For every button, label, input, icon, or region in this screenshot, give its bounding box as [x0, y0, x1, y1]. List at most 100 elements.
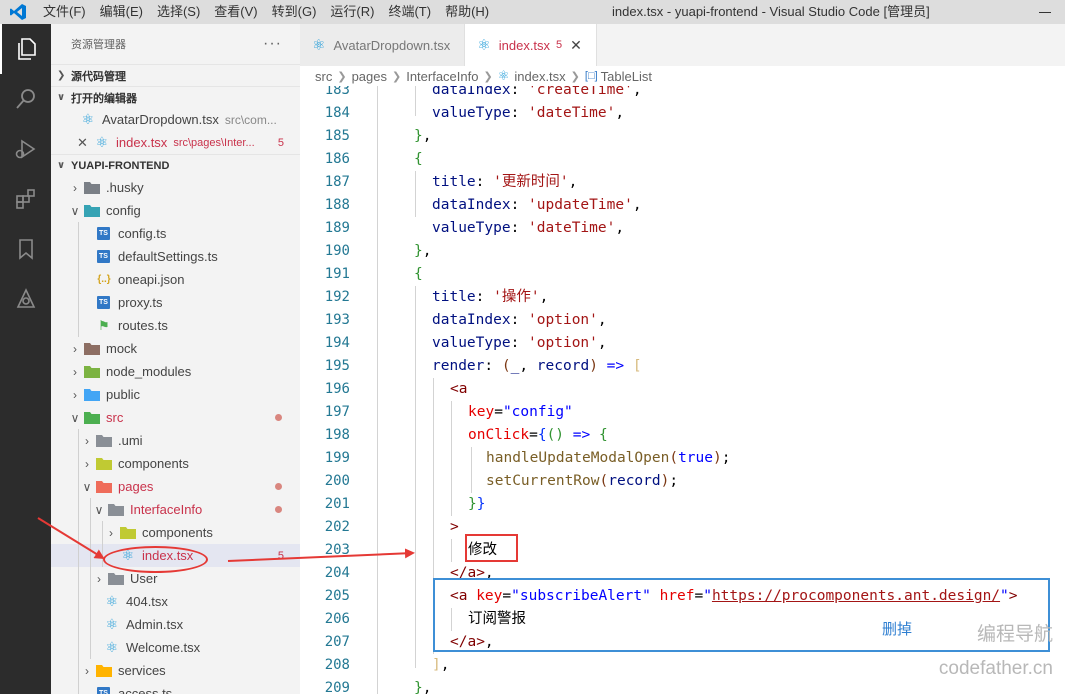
chevron-right-icon: ❯	[337, 70, 347, 83]
folder-icon	[95, 433, 113, 449]
code-token: 'createTime'	[528, 86, 633, 98]
project-section[interactable]: ∨ YUAPI-FRONTEND	[51, 154, 300, 176]
line-number: 183	[324, 86, 350, 98]
indent-guide	[78, 636, 79, 659]
menu-selection[interactable]: 选择(S)	[150, 0, 207, 24]
code-token: valueType	[432, 105, 511, 121]
tree-file-welcome[interactable]: ⚛ Welcome.tsx	[51, 636, 300, 659]
breadcrumb-item[interactable]: pages	[352, 69, 387, 84]
tab-avatardropdown[interactable]: ⚛ AvatarDropdown.tsx	[300, 24, 466, 66]
tree-file-access[interactable]: TS access.ts	[51, 682, 300, 694]
tab-label: index.tsx	[498, 37, 551, 53]
line-number: 196	[324, 381, 350, 397]
run-debug-icon[interactable]	[0, 124, 51, 174]
chevron-right-icon: ›	[73, 341, 77, 356]
tree-folder-pages[interactable]: ∨ pages	[51, 475, 300, 498]
json-icon: {..}	[97, 274, 111, 285]
remote-icon[interactable]	[0, 274, 51, 324]
menu-edit[interactable]: 编辑(E)	[93, 0, 150, 24]
menu-bar: 文件(F) 编辑(E) 选择(S) 查看(V) 转到(G) 运行(R) 终端(T…	[36, 0, 496, 24]
tree-folder-interfaceinfo[interactable]: ∨ InterfaceInfo	[51, 498, 300, 521]
more-actions-icon[interactable]: ···	[263, 35, 282, 53]
line-number: 188	[324, 197, 350, 213]
menu-run[interactable]: 运行(R)	[323, 0, 381, 24]
close-icon[interactable]: ✕	[77, 135, 93, 151]
code-token: key	[468, 404, 495, 420]
tree-folder-src[interactable]: ∨ src	[51, 406, 300, 429]
menu-help[interactable]: 帮助(H)	[438, 0, 496, 24]
tree-file-admin[interactable]: ⚛ Admin.tsx	[51, 613, 300, 636]
tree-folder-umi[interactable]: › .umi	[51, 429, 300, 452]
menu-go[interactable]: 转到(G)	[265, 0, 324, 24]
search-icon[interactable]	[0, 74, 51, 124]
tree-folder-config[interactable]: ∨ config	[51, 199, 300, 222]
typescript-icon: TS	[97, 227, 110, 240]
indent-guide	[78, 498, 79, 521]
line-number: 194	[324, 335, 350, 351]
tree-file-404[interactable]: ⚛ 404.tsx	[51, 590, 300, 613]
tree-folder-mock[interactable]: › mock	[51, 337, 300, 360]
code-token: 'option'	[528, 335, 598, 351]
code-token: dataIndex	[432, 86, 511, 98]
indent-guide	[90, 590, 91, 613]
chevron-right-icon: ›	[97, 571, 101, 586]
tree-file-config-ts[interactable]: TS config.ts	[51, 222, 300, 245]
code-token: 'option'	[528, 312, 598, 328]
indent-guide	[78, 314, 79, 337]
open-editors-section[interactable]: ∨ 打开的编辑器	[51, 86, 300, 108]
symbol-icon: [□]	[584, 70, 598, 82]
tree-folder-husky[interactable]: › .husky	[51, 176, 300, 199]
indent-guide	[78, 245, 79, 268]
tree-folder-components[interactable]: › components	[51, 452, 300, 475]
indent-guide	[102, 521, 103, 544]
breadcrumb: src ❯ pages ❯ InterfaceInfo ❯ ⚛ index.ts…	[300, 66, 1065, 86]
tree-label: defaultSettings.ts	[118, 249, 218, 264]
indent-guide	[78, 452, 79, 475]
breadcrumb-item[interactable]: index.tsx	[514, 69, 565, 84]
explorer-icon[interactable]	[0, 24, 51, 74]
bookmark-icon[interactable]	[0, 224, 51, 274]
line-number: 195	[324, 358, 350, 374]
tree-folder-node-modules[interactable]: › node_modules	[51, 360, 300, 383]
open-editor-item[interactable]: ✕ ⚛ index.tsx src\pages\Inter... 5	[51, 131, 300, 154]
breadcrumb-item[interactable]: src	[315, 69, 332, 84]
watermark-line: codefather.cn	[938, 658, 1053, 679]
line-number: 209	[324, 680, 350, 694]
tree-folder-public[interactable]: › public	[51, 383, 300, 406]
tab-index-tsx[interactable]: ⚛ index.tsx 5 ✕	[465, 24, 597, 66]
tree-file-routes[interactable]: ⚑ routes.ts	[51, 314, 300, 337]
menu-file[interactable]: 文件(F)	[36, 0, 93, 24]
line-number: 192	[324, 289, 350, 305]
code-line: ],	[432, 657, 450, 673]
tree-file-proxy[interactable]: TS proxy.ts	[51, 291, 300, 314]
tree-folder-services[interactable]: › services	[51, 659, 300, 682]
close-icon[interactable]: ✕	[570, 37, 582, 54]
breadcrumb-item[interactable]: InterfaceInfo	[406, 69, 478, 84]
tree-label: Welcome.tsx	[126, 640, 201, 655]
section-title: YUAPI-FRONTEND	[71, 159, 170, 172]
source-control-section[interactable]: ❯ 源代码管理	[51, 64, 300, 86]
tree-label: components	[142, 525, 213, 540]
breadcrumb-item[interactable]: TableList	[601, 69, 652, 84]
indent-guide	[78, 613, 79, 636]
code-token: dataIndex	[432, 197, 511, 213]
problem-count-badge: 5	[277, 136, 284, 149]
chevron-down-icon: ∨	[70, 203, 80, 218]
open-editor-item[interactable]: ⚛ AvatarDropdown.tsx src\com...	[51, 108, 300, 131]
code-line: dataIndex: 'option',	[432, 312, 607, 328]
menu-terminal[interactable]: 终端(T)	[381, 0, 438, 24]
tree-folder-components-2[interactable]: › components	[51, 521, 300, 544]
react-icon: ⚛	[95, 134, 109, 150]
tree-file-oneapi[interactable]: {..} oneapi.json	[51, 268, 300, 291]
window-title: index.tsx - yuapi-frontend - Visual Stud…	[612, 4, 930, 19]
tree-file-defaultsettings[interactable]: TS defaultSettings.ts	[51, 245, 300, 268]
extensions-icon[interactable]	[0, 174, 51, 224]
chevron-right-icon: ›	[73, 180, 77, 195]
indent-guide	[90, 613, 91, 636]
code-token: record	[608, 473, 661, 489]
code-line: >	[450, 519, 459, 535]
code-token: title	[432, 289, 476, 305]
chevron-right-icon: ›	[85, 456, 89, 471]
menu-view[interactable]: 查看(V)	[207, 0, 264, 24]
minimize-button[interactable]	[1025, 0, 1065, 24]
